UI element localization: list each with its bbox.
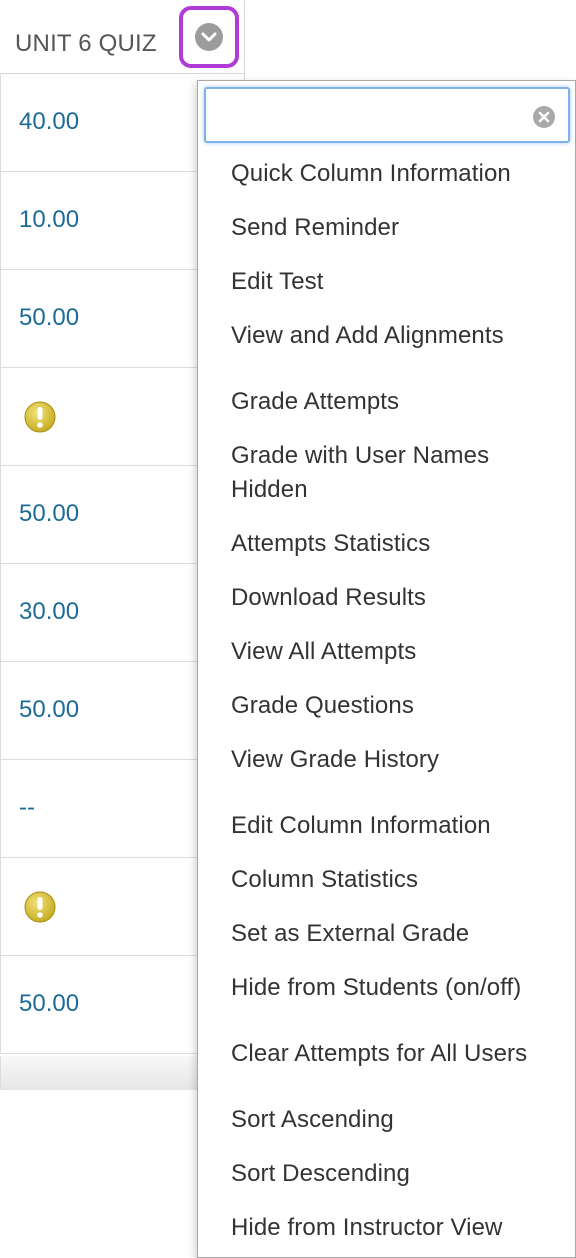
grade-cell[interactable]: 50.00 — [0, 662, 200, 760]
grade-cell[interactable] — [0, 858, 200, 956]
column-title: UNIT 6 QUIZ — [15, 30, 157, 57]
menu-item-sort-descending[interactable]: Sort Descending — [231, 1157, 561, 1191]
column-menu-button[interactable] — [179, 6, 239, 68]
grade-cell[interactable]: 50.00 — [0, 270, 200, 368]
grade-value[interactable]: 50.00 — [19, 990, 79, 1018]
menu-item-view-and-add-alignments[interactable]: View and Add Alignments — [231, 319, 561, 353]
menu-item-edit-column-information[interactable]: Edit Column Information — [231, 809, 561, 843]
column-footer — [0, 1056, 200, 1090]
menu-item-attempts-statistics[interactable]: Attempts Statistics — [231, 527, 561, 561]
grade-cell[interactable]: 10.00 — [0, 172, 200, 270]
grade-cell[interactable]: 30.00 — [0, 564, 200, 662]
grade-value[interactable]: 40.00 — [19, 108, 79, 136]
grade-value[interactable]: 10.00 — [19, 206, 79, 234]
menu-item-clear-attempts-for-all-users[interactable]: Clear Attempts for All Users — [231, 1037, 561, 1071]
column-context-menu: Quick Column Information Send Reminder E… — [197, 80, 576, 1258]
grade-value[interactable]: 50.00 — [19, 304, 79, 332]
grade-cell[interactable]: 50.00 — [0, 956, 200, 1054]
grade-cell[interactable]: -- — [0, 760, 200, 858]
menu-item-view-grade-history[interactable]: View Grade History — [231, 743, 561, 777]
grade-cell[interactable]: 40.00 — [0, 74, 200, 172]
menu-item-hide-from-instructor-view[interactable]: Hide from Instructor View — [231, 1211, 561, 1245]
menu-item-hide-from-students[interactable]: Hide from Students (on/off) — [231, 971, 561, 1005]
menu-item-grade-questions[interactable]: Grade Questions — [231, 689, 561, 723]
grade-value[interactable]: 50.00 — [19, 500, 79, 528]
menu-search-box[interactable] — [204, 87, 570, 143]
grade-cell[interactable]: 50.00 — [0, 466, 200, 564]
menu-item-send-reminder[interactable]: Send Reminder — [231, 211, 561, 245]
grade-value[interactable]: -- — [19, 794, 35, 822]
grade-value[interactable]: 30.00 — [19, 598, 79, 626]
grade-cell[interactable] — [0, 368, 200, 466]
menu-item-download-results[interactable]: Download Results — [231, 581, 561, 615]
menu-item-view-all-attempts[interactable]: View All Attempts — [231, 635, 561, 669]
exclamation-icon[interactable] — [23, 890, 57, 924]
menu-item-quick-column-information[interactable]: Quick Column Information — [231, 157, 561, 191]
clear-icon[interactable] — [532, 105, 556, 129]
menu-item-set-as-external-grade[interactable]: Set as External Grade — [231, 917, 561, 951]
menu-item-edit-test[interactable]: Edit Test — [231, 265, 561, 299]
chevron-down-icon — [195, 23, 223, 51]
grade-value[interactable]: 50.00 — [19, 696, 79, 724]
menu-search-input[interactable] — [214, 99, 528, 133]
menu-item-grade-with-user-names-hidden[interactable]: Grade with User Names Hidden — [231, 439, 531, 507]
menu-item-grade-attempts[interactable]: Grade Attempts — [231, 385, 561, 419]
column-header: UNIT 6 QUIZ — [0, 0, 245, 74]
menu-item-sort-ascending[interactable]: Sort Ascending — [231, 1103, 561, 1137]
exclamation-icon[interactable] — [23, 400, 57, 434]
menu-item-column-statistics[interactable]: Column Statistics — [231, 863, 561, 897]
